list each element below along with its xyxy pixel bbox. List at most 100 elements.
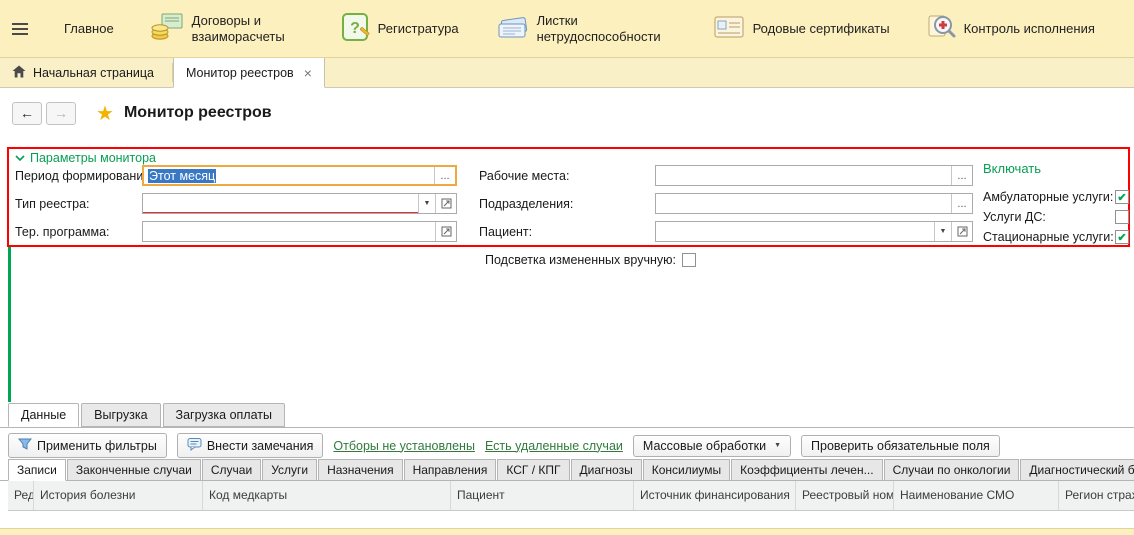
period-label: Период формирования:	[15, 166, 154, 186]
departments-field[interactable]: ...	[655, 193, 973, 214]
column-funding-source[interactable]: Источник финансирования	[634, 481, 796, 510]
section-main-label: Главное	[64, 21, 114, 37]
deleted-cases-link[interactable]: Есть удаленные случаи	[485, 439, 623, 453]
registry-type-value[interactable]	[143, 194, 418, 213]
bottom-page-tabs: Данные Выгрузка Загрузка оплаты	[8, 403, 287, 427]
registry-type-open-button[interactable]	[435, 194, 456, 213]
registry-icon: ?	[340, 12, 370, 45]
sick-leave-icon	[495, 13, 529, 44]
patient-value[interactable]	[656, 222, 934, 241]
departments-choose-button[interactable]: ...	[951, 194, 972, 213]
grid-tab-finished-cases[interactable]: Законченные случаи	[67, 459, 201, 481]
departments-value[interactable]	[656, 194, 951, 213]
patient-label: Пациент:	[479, 222, 532, 242]
include-group-title: Включать	[983, 161, 1041, 176]
top-section-bar: Главное Договоры и взаиморасчеты ? Регис…	[0, 0, 1134, 58]
grid-tab-cases[interactable]: Случаи	[202, 459, 261, 481]
data-toolbar: Применить фильтры Внести замечания Отбор…	[8, 433, 1000, 458]
patient-field[interactable]: ▼	[655, 221, 973, 242]
grid-tab-oncology-cases[interactable]: Случаи по онкологии	[884, 459, 1020, 481]
stationary-services-checkbox[interactable]: ✔	[1115, 230, 1129, 244]
close-tab-icon[interactable]: ×	[304, 65, 312, 81]
include-stationary-row: Стационарные услуги: ✔	[983, 229, 1129, 245]
section-main[interactable]: Главное	[64, 21, 114, 37]
patient-dropdown-button[interactable]: ▼	[934, 222, 951, 241]
column-registry-number[interactable]: Реестровый ном...	[796, 481, 894, 510]
section-birth-certificates[interactable]: Родовые сертификаты	[713, 14, 890, 43]
period-field[interactable]: Этот месяц ...	[142, 165, 457, 186]
column-medcard-code[interactable]: Код медкарты	[203, 481, 451, 510]
page-title: Монитор реестров	[124, 104, 272, 122]
column-insurance-region[interactable]: Регион страхован	[1059, 481, 1134, 510]
grid-tab-diagnostic-block[interactable]: Диагностический блок	[1020, 459, 1134, 481]
registry-type-label: Тип реестра:	[15, 194, 90, 214]
registry-type-field[interactable]: ▼	[142, 193, 457, 214]
section-registry-label: Регистратура	[378, 21, 459, 37]
section-sick-leave[interactable]: Листки нетрудоспособности	[495, 13, 677, 44]
section-contracts[interactable]: Договоры и взаиморасчеты	[150, 12, 304, 45]
forward-button[interactable]: →	[46, 102, 76, 125]
grid-header-row: Ред. История болезни Код медкарты Пациен…	[8, 481, 1134, 511]
grid-tab-consiliums[interactable]: Консилиумы	[643, 459, 730, 481]
window-footer-strip	[0, 528, 1134, 535]
highlight-changed-checkbox[interactable]	[682, 253, 696, 267]
column-edit[interactable]: Ред.	[8, 481, 34, 510]
column-patient[interactable]: Пациент	[451, 481, 634, 510]
tab-payment-load[interactable]: Загрузка оплаты	[163, 403, 285, 427]
section-execution-control[interactable]: Контроль исполнения	[926, 12, 1095, 45]
group-title: Параметры монитора	[30, 151, 156, 165]
ter-program-value[interactable]	[143, 222, 435, 241]
tab-data[interactable]: Данные	[8, 403, 79, 427]
title-bar: ← → ★ Монитор реестров	[0, 88, 1134, 138]
period-selected-text: Этот месяц	[148, 169, 216, 183]
ter-program-field[interactable]	[142, 221, 457, 242]
grid-tabs: Записи Законченные случаи Случаи Услуги …	[8, 459, 1134, 481]
ambulatory-services-checkbox[interactable]: ✔	[1115, 190, 1129, 204]
tab-monitor-reestrov[interactable]: Монитор реестров ×	[173, 58, 325, 88]
grid-tab-records[interactable]: Записи	[8, 459, 66, 481]
period-value[interactable]: Этот месяц	[144, 167, 434, 184]
registry-type-dropdown-button[interactable]: ▼	[418, 194, 435, 213]
column-smo-name[interactable]: Наименование СМО	[894, 481, 1059, 510]
section-contracts-label: Договоры и взаиморасчеты	[192, 13, 304, 44]
patient-open-button[interactable]	[951, 222, 972, 241]
home-icon	[12, 65, 26, 81]
ter-program-open-button[interactable]	[435, 222, 456, 241]
contracts-icon	[150, 12, 184, 45]
grid-tab-services[interactable]: Услуги	[262, 459, 317, 481]
birth-certificates-icon	[713, 14, 745, 43]
apply-filters-icon	[18, 437, 32, 454]
apply-filters-button[interactable]: Применить фильтры	[8, 433, 167, 458]
ambulatory-services-label: Амбулаторные услуги:	[983, 190, 1115, 204]
monitor-parameters-group: Параметры монитора Период формирования: …	[7, 147, 1130, 247]
group-collapse-header[interactable]: Параметры монитора	[15, 151, 156, 165]
add-remarks-label: Внести замечания	[207, 439, 314, 453]
favorite-star-icon[interactable]: ★	[96, 101, 114, 126]
workplaces-value[interactable]	[656, 166, 951, 185]
mass-operations-button[interactable]: Массовые обработки ▼	[633, 435, 791, 457]
section-registry[interactable]: ? Регистратура	[340, 12, 459, 45]
home-tab[interactable]: Начальная страница	[0, 58, 172, 87]
mass-operations-dropdown-icon: ▼	[774, 442, 781, 449]
main-menu-button[interactable]	[12, 23, 28, 35]
workplaces-field[interactable]: ...	[655, 165, 973, 186]
add-remarks-button[interactable]: Внести замечания	[177, 433, 324, 458]
column-case-history[interactable]: История болезни	[34, 481, 203, 510]
check-required-fields-button[interactable]: Проверить обязательные поля	[801, 435, 1000, 457]
grid-tab-referrals[interactable]: Направления	[404, 459, 497, 481]
grid-tab-prescriptions[interactable]: Назначения	[318, 459, 403, 481]
grid-tab-treatment-coefficients[interactable]: Коэффициенты лечен...	[731, 459, 882, 481]
day-hospital-services-checkbox[interactable]	[1115, 210, 1129, 224]
remark-bubble-icon	[187, 437, 202, 454]
departments-label: Подразделения:	[479, 194, 573, 214]
filters-not-set-link[interactable]: Отборы не установлены	[333, 439, 475, 453]
include-ambulatory-row: Амбулаторные услуги: ✔	[983, 189, 1129, 205]
check-required-fields-label: Проверить обязательные поля	[811, 439, 990, 453]
grid-tab-diagnoses[interactable]: Диагнозы	[571, 459, 642, 481]
period-choose-button[interactable]: ...	[434, 167, 455, 184]
back-button[interactable]: ←	[12, 102, 42, 125]
workplaces-choose-button[interactable]: ...	[951, 166, 972, 185]
tab-upload[interactable]: Выгрузка	[81, 403, 160, 427]
highlight-changed-label: Подсветка измененных вручную:	[485, 253, 676, 267]
grid-tab-ksg-kpg[interactable]: КСГ / КПГ	[497, 459, 569, 481]
